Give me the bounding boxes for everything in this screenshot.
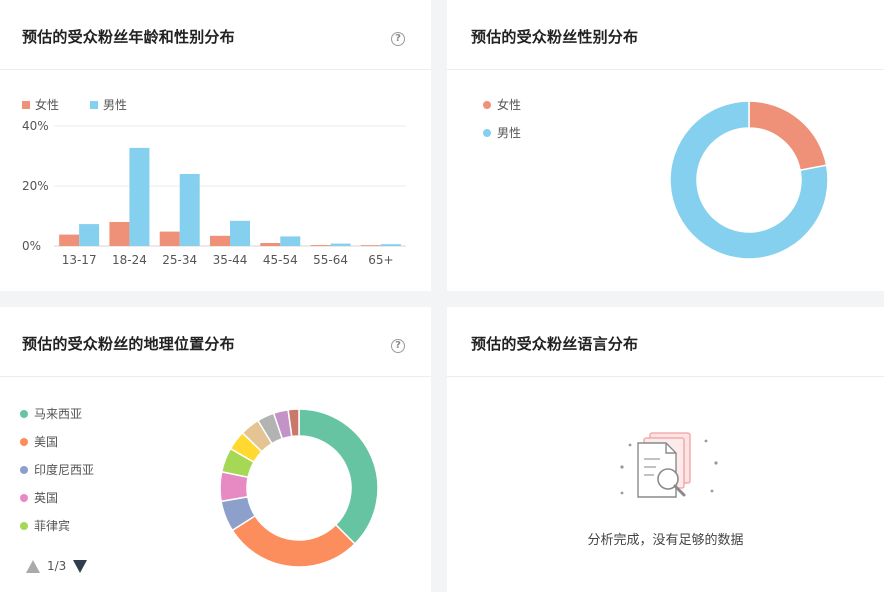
language-title: 预估的受众粉丝语言分布	[471, 335, 639, 353]
geo-slice[interactable]	[298, 408, 379, 545]
x-tick-label: 25-34	[162, 253, 197, 267]
bar-female[interactable]	[210, 235, 230, 246]
bar-female[interactable]	[59, 234, 80, 246]
y-tick-label: 0%	[22, 239, 41, 253]
empty-data-icon	[620, 432, 718, 498]
age-gender-bar-chart: 0% 20% 40% 13-17 18-24 25-34 35-44 45-54 55-64 65…	[22, 119, 406, 267]
bar-female[interactable]	[260, 243, 281, 246]
bar-male[interactable]	[230, 220, 250, 246]
bar-male[interactable]	[79, 224, 100, 246]
gender-donut-chart	[669, 100, 829, 260]
x-tick-label: 13-17	[62, 253, 97, 267]
age-gender-card: 预估的受众粉丝年龄和性别分布 ? 女性 男性 0% 20% 40% 13-17 18-2…	[0, 0, 431, 291]
y-tick-label: 20%	[22, 179, 49, 193]
x-tick-label: 35-44	[213, 253, 248, 267]
bar-male[interactable]	[280, 236, 301, 246]
bar-female[interactable]	[109, 222, 130, 246]
gender-slice[interactable]	[748, 100, 828, 172]
bar-male[interactable]	[129, 147, 150, 246]
gender-card: 预估的受众粉丝性别分布 女性 男性	[447, 0, 884, 291]
language-card-header: 预估的受众粉丝语言分布	[447, 307, 884, 377]
x-tick-label: 55-64	[313, 253, 348, 267]
bar-male[interactable]	[179, 174, 200, 246]
x-tick-label: 18-24	[112, 253, 147, 267]
x-tick-label: 45-54	[263, 253, 298, 267]
empty-data-message: 分析完成，没有足够的数据	[587, 533, 744, 548]
bar-male[interactable]	[380, 244, 401, 246]
geo-donut-chart	[219, 408, 379, 568]
x-tick-label: 65+	[368, 253, 393, 267]
language-card: 预估的受众粉丝语言分布 分析完成，没有足够的数据	[447, 307, 884, 592]
bar-male[interactable]	[330, 243, 351, 246]
geo-card: 预估的受众粉丝的地理位置分布 ? 马来西亚 美国 印度尼西亚 英国 菲律宾 1/…	[0, 307, 431, 592]
y-tick-label: 40%	[22, 119, 49, 133]
bar-female[interactable]	[310, 245, 331, 246]
bar-female[interactable]	[360, 245, 381, 246]
bar-female[interactable]	[159, 231, 180, 246]
